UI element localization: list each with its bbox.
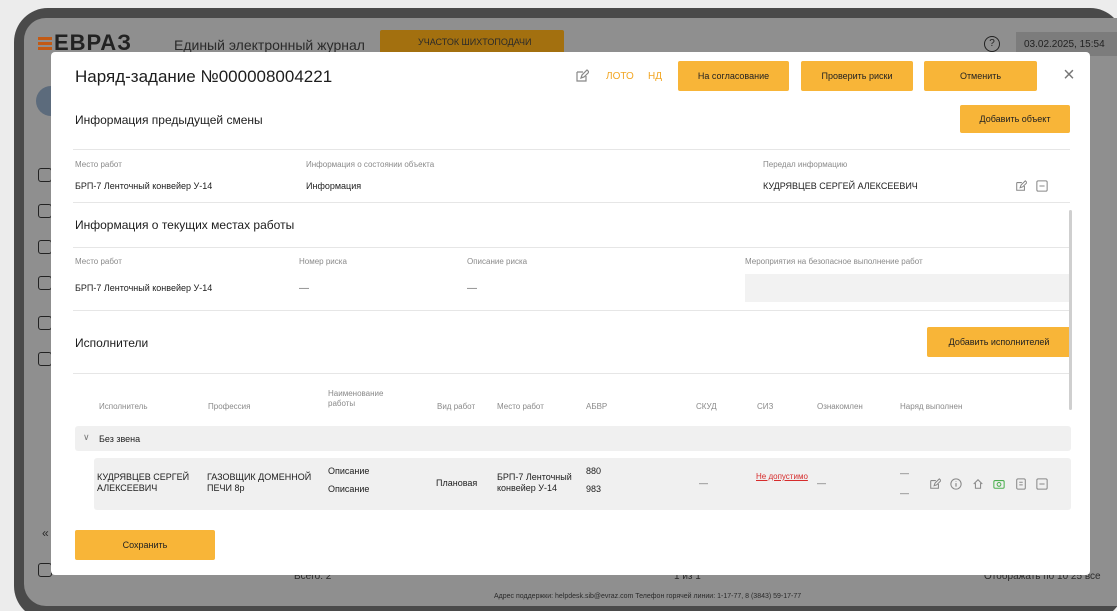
- done-value-1: —: [900, 468, 909, 478]
- sidebar-icon[interactable]: [38, 168, 52, 182]
- area-label: УЧАСТОК ШИХТОПОДАЧИ: [418, 37, 532, 47]
- work-type: Плановая: [436, 478, 478, 488]
- row-place: БРП-7 Ленточный конвейер У-14: [497, 472, 572, 493]
- executors-title: Исполнители: [75, 336, 149, 350]
- col-familiarized: Ознакомлен: [817, 402, 863, 411]
- measures-field[interactable]: [745, 274, 1070, 302]
- logout-icon[interactable]: [38, 563, 52, 577]
- risk-number-value: —: [299, 283, 309, 294]
- col-profession: Профессия: [208, 402, 251, 411]
- risk-number-label: Номер риска: [299, 257, 347, 266]
- passed-by-label: Передал информацию: [763, 160, 848, 169]
- col-work-name: Наименование работы: [328, 389, 384, 408]
- divider: [73, 202, 1070, 203]
- camera-icon[interactable]: [993, 478, 1005, 490]
- cancel-button[interactable]: Отменить: [924, 61, 1037, 91]
- col-done: Наряд выполнен: [900, 402, 963, 411]
- divider: [73, 310, 1070, 311]
- close-icon[interactable]: ×: [1059, 65, 1079, 86]
- object-state-label: Информация о состоянии объекта: [306, 160, 435, 169]
- prev-shift-title: Информация предыдущей смены: [75, 113, 263, 127]
- done-value-2: —: [900, 488, 909, 498]
- check-risks-button[interactable]: Проверить риски: [801, 61, 913, 91]
- collapse-icon[interactable]: [1036, 180, 1048, 192]
- current-places-title: Информация о текущих местах работы: [75, 218, 295, 232]
- executor-profession: ГАЗОВЩИК ДОМЕННОЙ ПЕЧИ 8р: [207, 472, 312, 493]
- work-name-2: Описание: [328, 484, 370, 494]
- col-work-type: Вид работ: [437, 402, 476, 411]
- divider: [73, 373, 1070, 374]
- risk-desc-value: —: [467, 283, 477, 294]
- modal-title: Наряд-задание №000008004221: [75, 67, 333, 86]
- sidebar-icon[interactable]: [38, 352, 52, 366]
- col-executor: Исполнитель: [99, 402, 148, 411]
- save-button[interactable]: Сохранить: [75, 530, 215, 560]
- divider: [73, 247, 1070, 248]
- loto-tag: ЛОТО: [606, 71, 634, 82]
- sidebar-icon[interactable]: [38, 240, 52, 254]
- siz-status-link[interactable]: Не допустимо: [756, 472, 811, 482]
- col-place: Место работ: [497, 402, 544, 411]
- col-abvr: АБВР: [586, 402, 608, 411]
- prev-place-label: Место работ: [75, 160, 122, 169]
- collapse-sidebar-icon[interactable]: «: [42, 526, 49, 540]
- current-place-value: БРП-7 Ленточный конвейер У-14: [75, 283, 213, 293]
- add-executors-button[interactable]: Добавить исполнителей: [927, 327, 1071, 357]
- app-title: Единый электронный журнал: [174, 37, 365, 53]
- col-skud: СКУД: [696, 402, 717, 411]
- add-object-button[interactable]: Добавить объект: [960, 105, 1070, 133]
- collapse-icon[interactable]: [1036, 478, 1048, 490]
- object-state-value: Информация: [306, 181, 362, 191]
- chevron-down-icon[interactable]: ∨: [83, 432, 90, 443]
- area-selector[interactable]: УЧАСТОК ШИХТОПОДАЧИ: [380, 30, 564, 54]
- group-label: Без звена: [99, 434, 141, 444]
- edit-icon[interactable]: [1015, 180, 1027, 192]
- work-name-1: Описание: [328, 466, 370, 476]
- group-row[interactable]: ∨ Без звена: [75, 426, 1071, 451]
- home-icon[interactable]: [972, 478, 984, 490]
- current-place-label: Место работ: [75, 257, 122, 266]
- edit-icon[interactable]: [929, 478, 941, 490]
- work-order-modal: Наряд-задание №000008004221 ЛОТО НД На с…: [51, 52, 1090, 575]
- sidebar-icon[interactable]: [38, 316, 52, 330]
- passed-by-value: КУДРЯВЦЕВ СЕРГЕЙ АЛЕКСЕЕВИЧ: [763, 181, 918, 191]
- sidebar-icon[interactable]: [38, 276, 52, 290]
- divider: [73, 149, 1070, 150]
- executor-name: КУДРЯВЦЕВ СЕРГЕЙ АЛЕКСЕЕВИЧ: [97, 472, 190, 493]
- risk-desc-label: Описание риска: [467, 257, 528, 266]
- help-icon[interactable]: ?: [984, 36, 1000, 52]
- sidebar-icon[interactable]: [38, 204, 52, 218]
- table-row: КУДРЯВЦЕВ СЕРГЕЙ АЛЕКСЕЕВИЧ ГАЗОВЩИК ДОМ…: [94, 458, 1071, 510]
- measures-label: Мероприятия на безопасное выполнение раб…: [745, 257, 923, 266]
- col-siz: СИЗ: [757, 402, 774, 411]
- footer-support: Адрес поддержки: helpdesk.sib@evraz.com …: [494, 593, 802, 600]
- familiarized-value: —: [817, 478, 826, 488]
- info-icon[interactable]: [950, 478, 962, 490]
- nd-tag: НД: [648, 71, 662, 82]
- edit-icon[interactable]: [575, 69, 589, 83]
- scrollbar[interactable]: [1069, 210, 1072, 410]
- send-for-approval-button[interactable]: На согласование: [678, 61, 789, 91]
- prev-place-value: БРП-7 Ленточный конвейер У-14: [75, 181, 213, 191]
- abvr-1: 880: [586, 466, 602, 476]
- abvr-2: 983: [586, 484, 602, 494]
- document-icon[interactable]: [1015, 478, 1027, 490]
- skud-value: —: [699, 478, 708, 488]
